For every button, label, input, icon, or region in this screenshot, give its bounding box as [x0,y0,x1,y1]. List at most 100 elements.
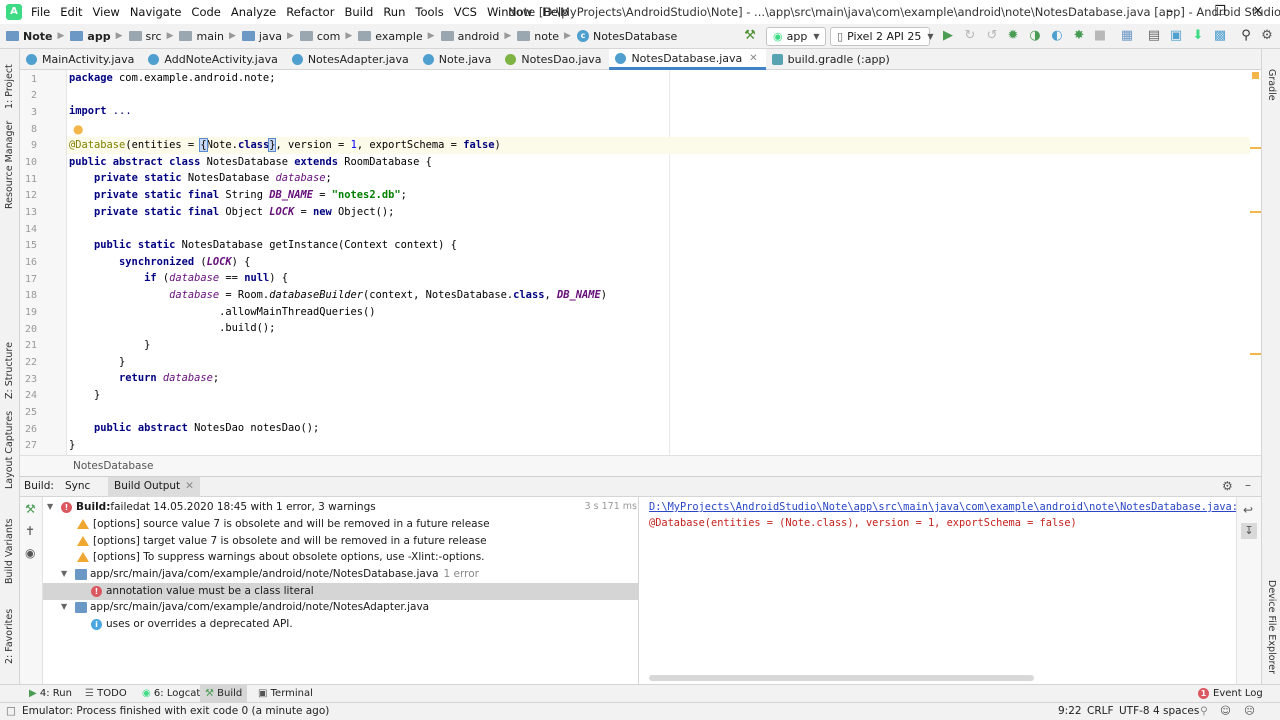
tool-tab-logcat[interactable]: ◉ 6: Logcat [137,685,205,702]
search-icon[interactable]: ⚲ [1238,28,1254,44]
close-tab-icon[interactable]: ✕ [749,53,757,64]
chevron-down-icon[interactable]: ▼ [47,499,57,516]
breadcrumb-src[interactable]: src ▶ [128,30,180,43]
pin-icon[interactable]: ✝ [25,524,35,538]
attach-process-icon[interactable]: ✸ [1071,28,1087,44]
breadcrumb-note[interactable]: Note ▶ [6,30,70,43]
tool-tab-build-variants[interactable]: Build Variants [4,518,15,584]
chevron-down-icon[interactable]: ▼ [61,599,71,616]
breadcrumb-android[interactable]: android ▶ [440,30,518,43]
resource-icon[interactable]: ▩ [1212,28,1228,44]
tab-notesdao[interactable]: NotesDao.java [499,49,609,69]
attach-debugger-icon[interactable]: ◐ [1049,28,1065,44]
eye-icon[interactable]: ◉ [25,546,35,560]
tab-sync[interactable]: Sync [65,480,90,492]
build-console[interactable]: D:\MyProjects\AndroidStudio\Note\app\src… [640,497,1250,684]
file-encoding[interactable]: UTF-8 [1119,703,1150,720]
warning-status-icon[interactable] [1252,72,1259,79]
breadcrumb-note-package[interactable]: note ▶ [517,30,577,43]
menu-view[interactable]: View [88,0,125,24]
breadcrumb-app[interactable]: app ▶ [70,30,128,43]
soft-wrap-icon[interactable]: ↩ [1243,503,1253,517]
tool-tab-project[interactable]: 1: Project [4,64,15,109]
apply-changes-icon[interactable]: ↻ [962,28,978,44]
menu-run[interactable]: Run [378,0,410,24]
file-row[interactable]: ▼ app/src/main/java/com/example/android/… [61,566,479,583]
tool-tab-gradle[interactable]: Gradle [1266,69,1277,101]
face-icon[interactable]: ☺ [1220,703,1231,720]
editor-error-stripe[interactable] [1250,70,1261,455]
breadcrumb-example[interactable]: example ▶ [358,30,440,43]
run-icon[interactable]: ▶ [940,28,956,44]
warning-row[interactable]: [options] source value 7 is obsolete and… [77,516,490,533]
tool-tab-event-log[interactable]: 1 Event Log [1193,685,1268,702]
stop-icon[interactable]: ■ [1092,28,1108,44]
profile-icon[interactable]: ◑ [1027,28,1043,44]
tab-note[interactable]: Note.java [417,49,500,69]
hide-icon[interactable]: – [1245,478,1251,492]
menu-file[interactable]: File [26,0,55,24]
error-location-link[interactable]: D:\MyProjects\AndroidStudio\Note\app\src… [649,501,1250,513]
warning-row[interactable]: [options] target value 7 is obsolete and… [77,533,487,550]
menu-refactor[interactable]: Refactor [281,0,339,24]
tab-notesadapter[interactable]: NotesAdapter.java [286,49,417,69]
breadcrumb-notesdatabase[interactable]: c NotesDatabase [576,30,677,43]
apply-code-changes-icon[interactable]: ↺ [984,28,1000,44]
editor-breadcrumb-item[interactable]: NotesDatabase [73,460,153,472]
warning-mark[interactable] [1250,211,1261,213]
menu-build[interactable]: Build [339,0,378,24]
tool-tab-resource-manager[interactable]: Resource Manager [4,121,15,209]
make-project-hammer-icon[interactable]: ⚒ [742,28,758,44]
tab-notesdatabase[interactable]: NotesDatabase.java ✕ [609,49,766,70]
menu-navigate[interactable]: Navigate [125,0,187,24]
toggle-tool-windows-icon[interactable]: □ [6,703,16,720]
status-message[interactable]: Emulator: Process finished with exit cod… [22,703,329,720]
warning-mark[interactable] [1250,353,1261,355]
lock-icon[interactable]: ⚲ [1200,703,1208,720]
tool-tab-layout-captures[interactable]: Layout Captures [4,411,15,489]
line-separator[interactable]: CRLF [1087,703,1114,720]
close-window-icon[interactable]: ✕ [1236,0,1280,24]
project-structure-icon[interactable]: ▦ [1119,28,1135,44]
sdk-manager-icon[interactable]: ⬇ [1190,28,1206,44]
tab-build-output[interactable]: Build Output ✕ [108,477,200,497]
tool-tab-todo[interactable]: ☰ TODO [80,685,132,702]
run-configuration-select[interactable]: ◉ app ▼ [766,27,826,46]
indent-setting[interactable]: 4 spaces [1153,703,1199,720]
settings-icon[interactable]: ⚙ [1222,479,1233,493]
warning-mark[interactable] [1250,147,1261,149]
tool-tab-device-file-explorer[interactable]: Device File Explorer [1266,580,1277,674]
menu-vcs[interactable]: VCS [449,0,482,24]
info-row[interactable]: i uses or overrides a deprecated API. [91,616,293,633]
tool-tab-terminal[interactable]: ▣ Terminal [253,685,318,702]
error-row[interactable]: ! annotation value must be a class litera… [43,583,639,600]
tool-tab-favorites[interactable]: 2: Favorites [4,609,15,664]
build-summary-row[interactable]: ▼ ! Build: failed at 14.05.2020 18:45 wi… [47,499,637,516]
code-editor[interactable]: package com.example.android.note; import… [67,70,1250,455]
sync-icon[interactable]: ▤ [1146,28,1162,44]
tab-build-gradle[interactable]: build.gradle (:app) [766,49,898,69]
avd-manager-icon[interactable]: ▣ [1168,28,1184,44]
caret-position[interactable]: 9:22 [1058,703,1082,720]
breadcrumb-main[interactable]: main ▶ [179,30,241,43]
warning-row[interactable]: [options] To suppress warnings about obs… [77,549,485,566]
tool-tab-build[interactable]: ⚒ Build [200,685,248,702]
tool-tab-structure[interactable]: Z: Structure [4,342,15,399]
tab-addnoteactivity[interactable]: AddNoteActivity.java [142,49,285,69]
minimize-icon[interactable]: – [1148,0,1192,24]
chevron-down-icon[interactable]: ▼ [61,566,71,583]
menu-tools[interactable]: Tools [410,0,448,24]
debug-icon[interactable]: ✹ [1005,28,1021,44]
menu-edit[interactable]: Edit [55,0,87,24]
tab-mainactivity[interactable]: MainActivity.java [20,49,142,69]
breadcrumb-com[interactable]: com ▶ [299,30,358,43]
device-select[interactable]: ▯ Pixel 2 API 25 ▼ [830,27,934,46]
console-horizontal-scrollbar[interactable] [649,675,1034,681]
file-row[interactable]: ▼ app/src/main/java/com/example/android/… [61,599,429,616]
feedback-face-icon[interactable]: ☹ [1244,703,1255,720]
settings-icon[interactable]: ⚙ [1259,28,1275,44]
menu-code[interactable]: Code [186,0,225,24]
close-tab-icon[interactable]: ✕ [185,480,194,492]
tool-tab-run[interactable]: ▶ 4: Run [24,685,77,702]
breadcrumb-java[interactable]: java ▶ [241,30,300,43]
